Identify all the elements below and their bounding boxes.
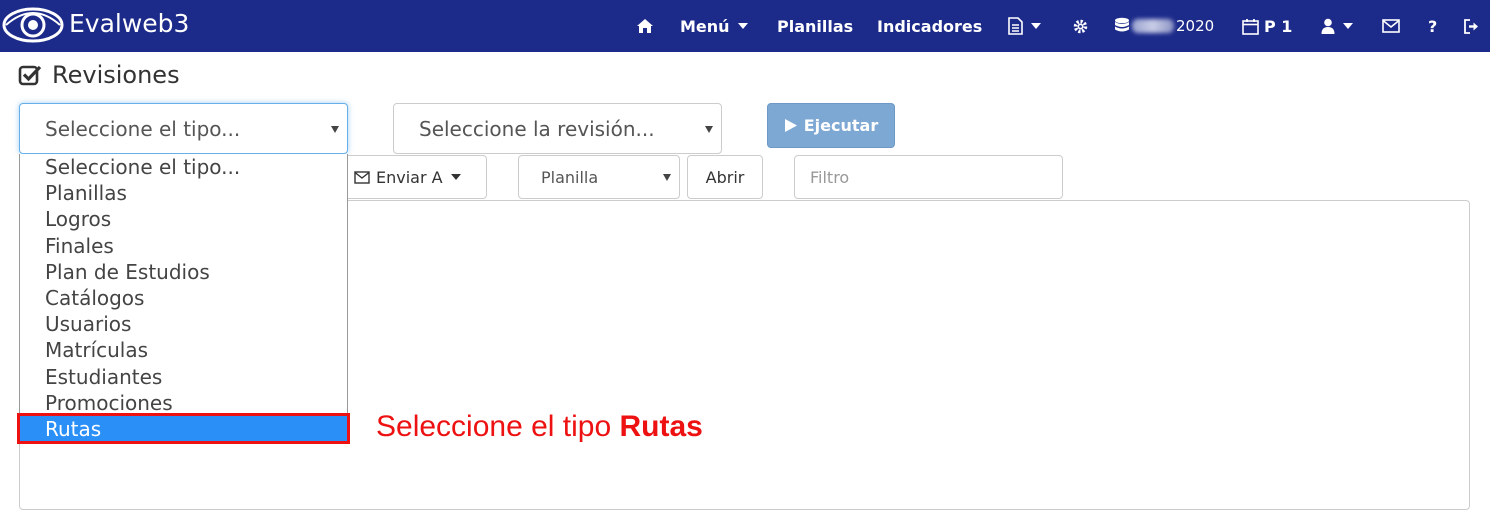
nav-documents[interactable]: [1008, 0, 1041, 52]
user-icon: [1321, 18, 1335, 34]
nav-menu-label: Menú: [680, 16, 730, 36]
chevron-down-icon: [705, 125, 713, 133]
nav-planillas-label: Planillas: [777, 16, 854, 36]
type-option[interactable]: Promociones: [20, 390, 347, 416]
play-icon: [784, 119, 797, 132]
type-option[interactable]: Logros: [20, 206, 347, 232]
revision-select-value: Seleccione la revisión...: [419, 116, 655, 141]
help-icon: ?: [1428, 16, 1438, 36]
nav-indicadores[interactable]: Indicadores: [877, 0, 982, 52]
execute-button[interactable]: Ejecutar: [767, 103, 895, 148]
nav-year-label: 2020: [1176, 17, 1215, 35]
planilla-select-value: Planilla: [541, 167, 599, 187]
revision-select[interactable]: Seleccione la revisión...: [393, 103, 722, 154]
annotation-emphasis: Rutas: [619, 410, 703, 443]
app-title: Evalweb3: [69, 9, 190, 38]
navbar: Evalweb3 Menú Planillas Indicadores 2020…: [0, 0, 1490, 52]
highlight-box: [17, 413, 350, 444]
type-option[interactable]: Usuarios: [20, 311, 347, 337]
chevron-down-icon: [1031, 23, 1041, 29]
type-option[interactable]: Finales: [20, 233, 347, 259]
calendar-icon: [1242, 18, 1259, 35]
nav-menu[interactable]: Menú: [680, 0, 748, 52]
annotation-text: Seleccione el tipo Rutas: [376, 410, 703, 444]
document-icon: [1008, 17, 1023, 35]
type-option[interactable]: Planillas: [20, 180, 347, 206]
nav-period-label: P 1: [1264, 16, 1293, 36]
nav-indicadores-label: Indicadores: [877, 16, 983, 36]
type-option[interactable]: Seleccione el tipo...: [20, 154, 347, 180]
home-icon[interactable]: [636, 0, 654, 52]
chevron-down-icon: [1343, 23, 1353, 29]
nav-database-year[interactable]: 2020: [1114, 0, 1214, 52]
type-option[interactable]: Matrículas: [20, 337, 347, 363]
annotation-lead: Seleccione el tipo: [376, 410, 612, 443]
nav-period[interactable]: P 1: [1242, 0, 1292, 52]
send-to-label: Enviar A: [376, 167, 443, 187]
envelope-icon: [354, 170, 370, 184]
type-option[interactable]: Catálogos: [20, 285, 347, 311]
chevron-down-icon: [663, 174, 671, 181]
check-square-icon: [18, 65, 42, 86]
chevron-down-icon: [331, 125, 339, 133]
help-link[interactable]: ?: [1428, 0, 1437, 52]
blurred-school-name: [1132, 19, 1174, 33]
nav-user[interactable]: [1321, 0, 1353, 52]
type-select-value: Seleccione el tipo...: [45, 116, 241, 141]
execute-label: Ejecutar: [803, 116, 879, 135]
type-option[interactable]: Estudiantes: [20, 364, 347, 390]
type-option[interactable]: Plan de Estudios: [20, 259, 347, 285]
envelope-icon[interactable]: [1382, 0, 1400, 52]
page-title-text: Revisiones: [52, 61, 180, 89]
open-button[interactable]: Abrir: [687, 155, 763, 199]
type-select[interactable]: Seleccione el tipo...: [19, 103, 348, 154]
filter-input[interactable]: [794, 155, 1063, 199]
eye-logo-icon: [2, 7, 64, 43]
planilla-select[interactable]: Planilla: [518, 155, 680, 199]
database-icon: [1115, 17, 1129, 32]
open-label: Abrir: [705, 167, 745, 187]
gear-icon[interactable]: [1072, 0, 1089, 52]
chevron-down-icon: [450, 174, 461, 180]
logout-icon[interactable]: [1463, 0, 1479, 52]
type-dropdown-list: Seleccione el tipo... Planillas Logros F…: [19, 154, 348, 444]
chevron-down-icon: [737, 23, 748, 29]
nav-planillas[interactable]: Planillas: [777, 0, 853, 52]
page-title: Revisiones: [18, 58, 180, 92]
send-to-button[interactable]: Enviar A: [340, 155, 487, 199]
